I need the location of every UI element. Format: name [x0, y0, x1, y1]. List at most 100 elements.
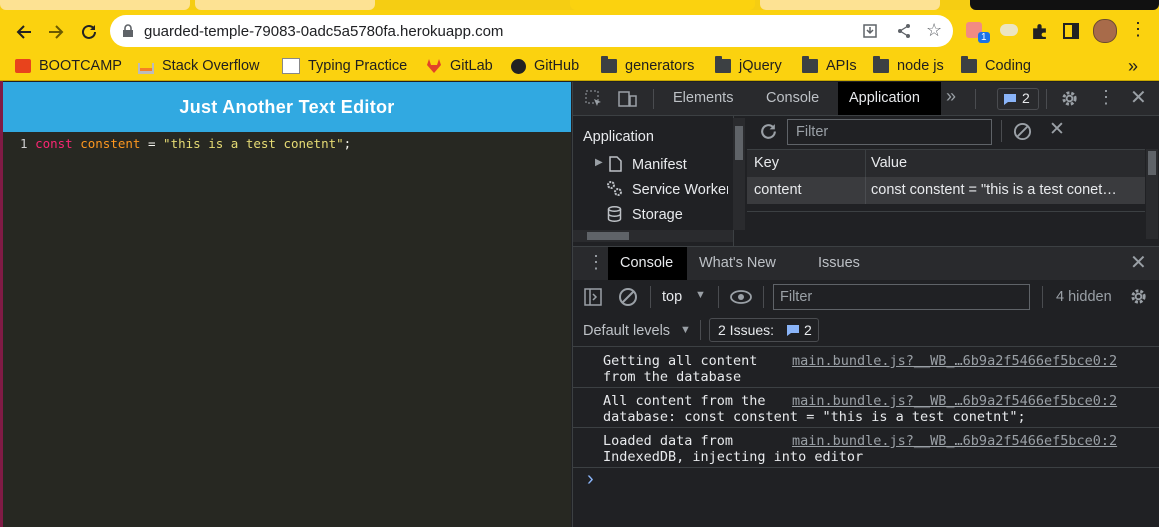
sidebar-horizontal-scrollbar[interactable] — [573, 230, 733, 242]
more-bookmarks-button[interactable]: » — [1128, 56, 1138, 76]
bookmark-folder-jquery[interactable]: jQuery — [715, 56, 782, 76]
delete-selected-icon[interactable]: ✕ — [1049, 118, 1065, 141]
devtools-menu-icon[interactable]: ⋮ — [1097, 87, 1115, 108]
bookmark-bootcamp[interactable]: BOOTCAMP — [15, 56, 122, 76]
issues-count: 2 — [804, 322, 812, 338]
console-prompt-icon[interactable]: › — [587, 468, 594, 491]
chrome-menu-icon[interactable]: ⋮ — [1129, 19, 1147, 40]
expand-arrow-icon[interactable]: ▶ — [595, 157, 603, 168]
tab-console[interactable]: Console — [766, 90, 819, 106]
tab-application[interactable]: Application — [838, 82, 941, 115]
bookmark-folder-generators[interactable]: generators — [601, 56, 694, 76]
browser-toolbar: guarded-temple-79083-0adc5a5780fa.heroku… — [0, 10, 1159, 52]
scrollbar-thumb[interactable] — [735, 126, 743, 160]
forward-button[interactable] — [44, 20, 68, 44]
column-header-key[interactable]: Key — [754, 155, 779, 171]
device-toolbar-icon[interactable] — [618, 90, 638, 108]
show-sidebar-icon[interactable] — [584, 288, 602, 306]
back-button[interactable] — [12, 20, 36, 44]
table-row[interactable]: content const constent = "this is a test… — [747, 177, 1145, 204]
extensions-puzzle-icon[interactable] — [1031, 23, 1048, 40]
cloud-extension-icon[interactable] — [1000, 24, 1018, 36]
console-message[interactable]: Loaded data from IndexedDB, injecting int… — [573, 428, 1159, 468]
message-source-link[interactable]: main.bundle.js?__WB_…6b9a2f5466ef5bce0:2 — [792, 433, 1117, 449]
filter-placeholder: Filter — [796, 124, 829, 140]
message-source-link[interactable]: main.bundle.js?__WB_…6b9a2f5466ef5bce0:2 — [792, 353, 1117, 369]
folder-icon — [715, 56, 731, 73]
storage-filter-input[interactable]: Filter — [787, 119, 992, 145]
console-message[interactable]: All content from the database: const cons… — [573, 388, 1159, 428]
close-devtools-icon[interactable]: ✕ — [1130, 85, 1147, 110]
folder-icon — [873, 56, 889, 73]
back-arrow-icon — [16, 25, 31, 39]
divider — [1046, 89, 1047, 109]
context-selector[interactable]: top ▼ — [655, 284, 715, 310]
issues-button[interactable]: 2 Issues: 2 — [709, 318, 819, 342]
scrollbar-thumb[interactable] — [1148, 151, 1156, 175]
bookmark-gitlab[interactable]: GitLab — [426, 56, 493, 76]
sidebar-item-manifest[interactable]: Manifest — [632, 157, 687, 173]
drawer-tab-whats-new[interactable]: What's New — [699, 255, 776, 271]
refresh-icon[interactable] — [759, 122, 778, 141]
log-levels-dropdown[interactable]: Default levels ▼ — [583, 320, 695, 342]
bookmark-label: GitLab — [450, 58, 493, 74]
bookmark-star-icon[interactable]: ☆ — [926, 20, 942, 41]
url-text: guarded-temple-79083-0adc5a5780fa.heroku… — [144, 23, 504, 40]
sidebar-vertical-scrollbar[interactable] — [733, 118, 745, 230]
code-line[interactable]: 1 const constent = "this is a test conet… — [3, 136, 351, 152]
more-tabs-icon[interactable]: » — [946, 86, 956, 107]
close-drawer-icon[interactable]: ✕ — [1130, 250, 1147, 275]
console-filter-input[interactable]: Filter — [773, 284, 1030, 310]
clear-all-icon[interactable] — [1013, 122, 1032, 141]
sidebar-heading: Application — [583, 129, 654, 145]
inspect-element-icon[interactable] — [585, 90, 603, 108]
drawer-tab-issues[interactable]: Issues — [818, 255, 860, 271]
drawer-tab-console[interactable]: Console — [608, 247, 687, 280]
reload-icon — [82, 24, 96, 39]
tab-elements[interactable]: Elements — [673, 90, 733, 106]
reload-button[interactable] — [77, 20, 101, 44]
clear-console-icon[interactable] — [618, 287, 638, 307]
install-app-icon[interactable] — [862, 23, 878, 39]
bookmark-github[interactable]: GitHub — [511, 56, 579, 76]
bookmark-label: generators — [625, 58, 695, 74]
console-toolbar: top ▼ Filter 4 hidden — [573, 280, 1159, 314]
devtools-tabbar: Elements Console Application » 2 ⋮ ✕ — [573, 82, 1159, 116]
issues-counter-button[interactable]: 2 — [997, 88, 1039, 110]
browser-tab[interactable] — [760, 0, 940, 10]
folder-icon — [802, 56, 818, 73]
column-header-value[interactable]: Value — [871, 155, 907, 171]
browser-tab[interactable] — [0, 0, 190, 10]
text-editor-app: Just Another Text Editor 1 const consten… — [3, 82, 571, 527]
side-panel-icon[interactable] — [1063, 23, 1079, 39]
profile-avatar[interactable] — [1093, 19, 1117, 43]
browser-tab[interactable] — [970, 0, 1159, 10]
column-divider — [865, 177, 866, 204]
code-variable: constent — [80, 136, 141, 151]
browser-tab[interactable] — [195, 0, 375, 10]
drawer-menu-icon[interactable]: ⋮ — [587, 252, 605, 273]
bookmark-folder-nodejs[interactable]: node js — [873, 56, 944, 76]
sidebar-item-storage[interactable]: Storage — [632, 207, 683, 223]
extension-badge: 1 — [978, 32, 990, 43]
bookmark-typing-practice[interactable]: Typing Practice — [282, 56, 407, 76]
share-icon[interactable] — [896, 23, 912, 39]
code-operator: = — [147, 136, 156, 151]
settings-gear-icon[interactable] — [1060, 89, 1079, 108]
bookmark-stackoverflow[interactable]: Stack Overflow — [138, 56, 260, 76]
sidebar-item-service-workers[interactable]: Service Workers — [632, 182, 728, 198]
console-settings-gear-icon[interactable] — [1129, 287, 1148, 306]
address-bar[interactable]: guarded-temple-79083-0adc5a5780fa.heroku… — [110, 15, 953, 47]
console-message[interactable]: Getting all content from the database mai… — [573, 348, 1159, 388]
bookmark-folder-apis[interactable]: APIs — [802, 56, 857, 76]
scrollbar-thumb[interactable] — [587, 232, 629, 240]
browser-tab-active[interactable] — [570, 0, 755, 10]
table-scrollbar[interactable] — [1146, 149, 1158, 239]
filter-placeholder: Filter — [780, 289, 813, 305]
message-source-link[interactable]: main.bundle.js?__WB_…6b9a2f5466ef5bce0:2 — [792, 393, 1117, 409]
message-line: from the database — [603, 369, 742, 385]
stackoverflow-icon — [138, 62, 154, 74]
live-expression-eye-icon[interactable] — [729, 289, 753, 305]
storage-table-header: Key Value — [747, 149, 1145, 178]
bookmark-folder-coding[interactable]: Coding — [961, 56, 1031, 76]
